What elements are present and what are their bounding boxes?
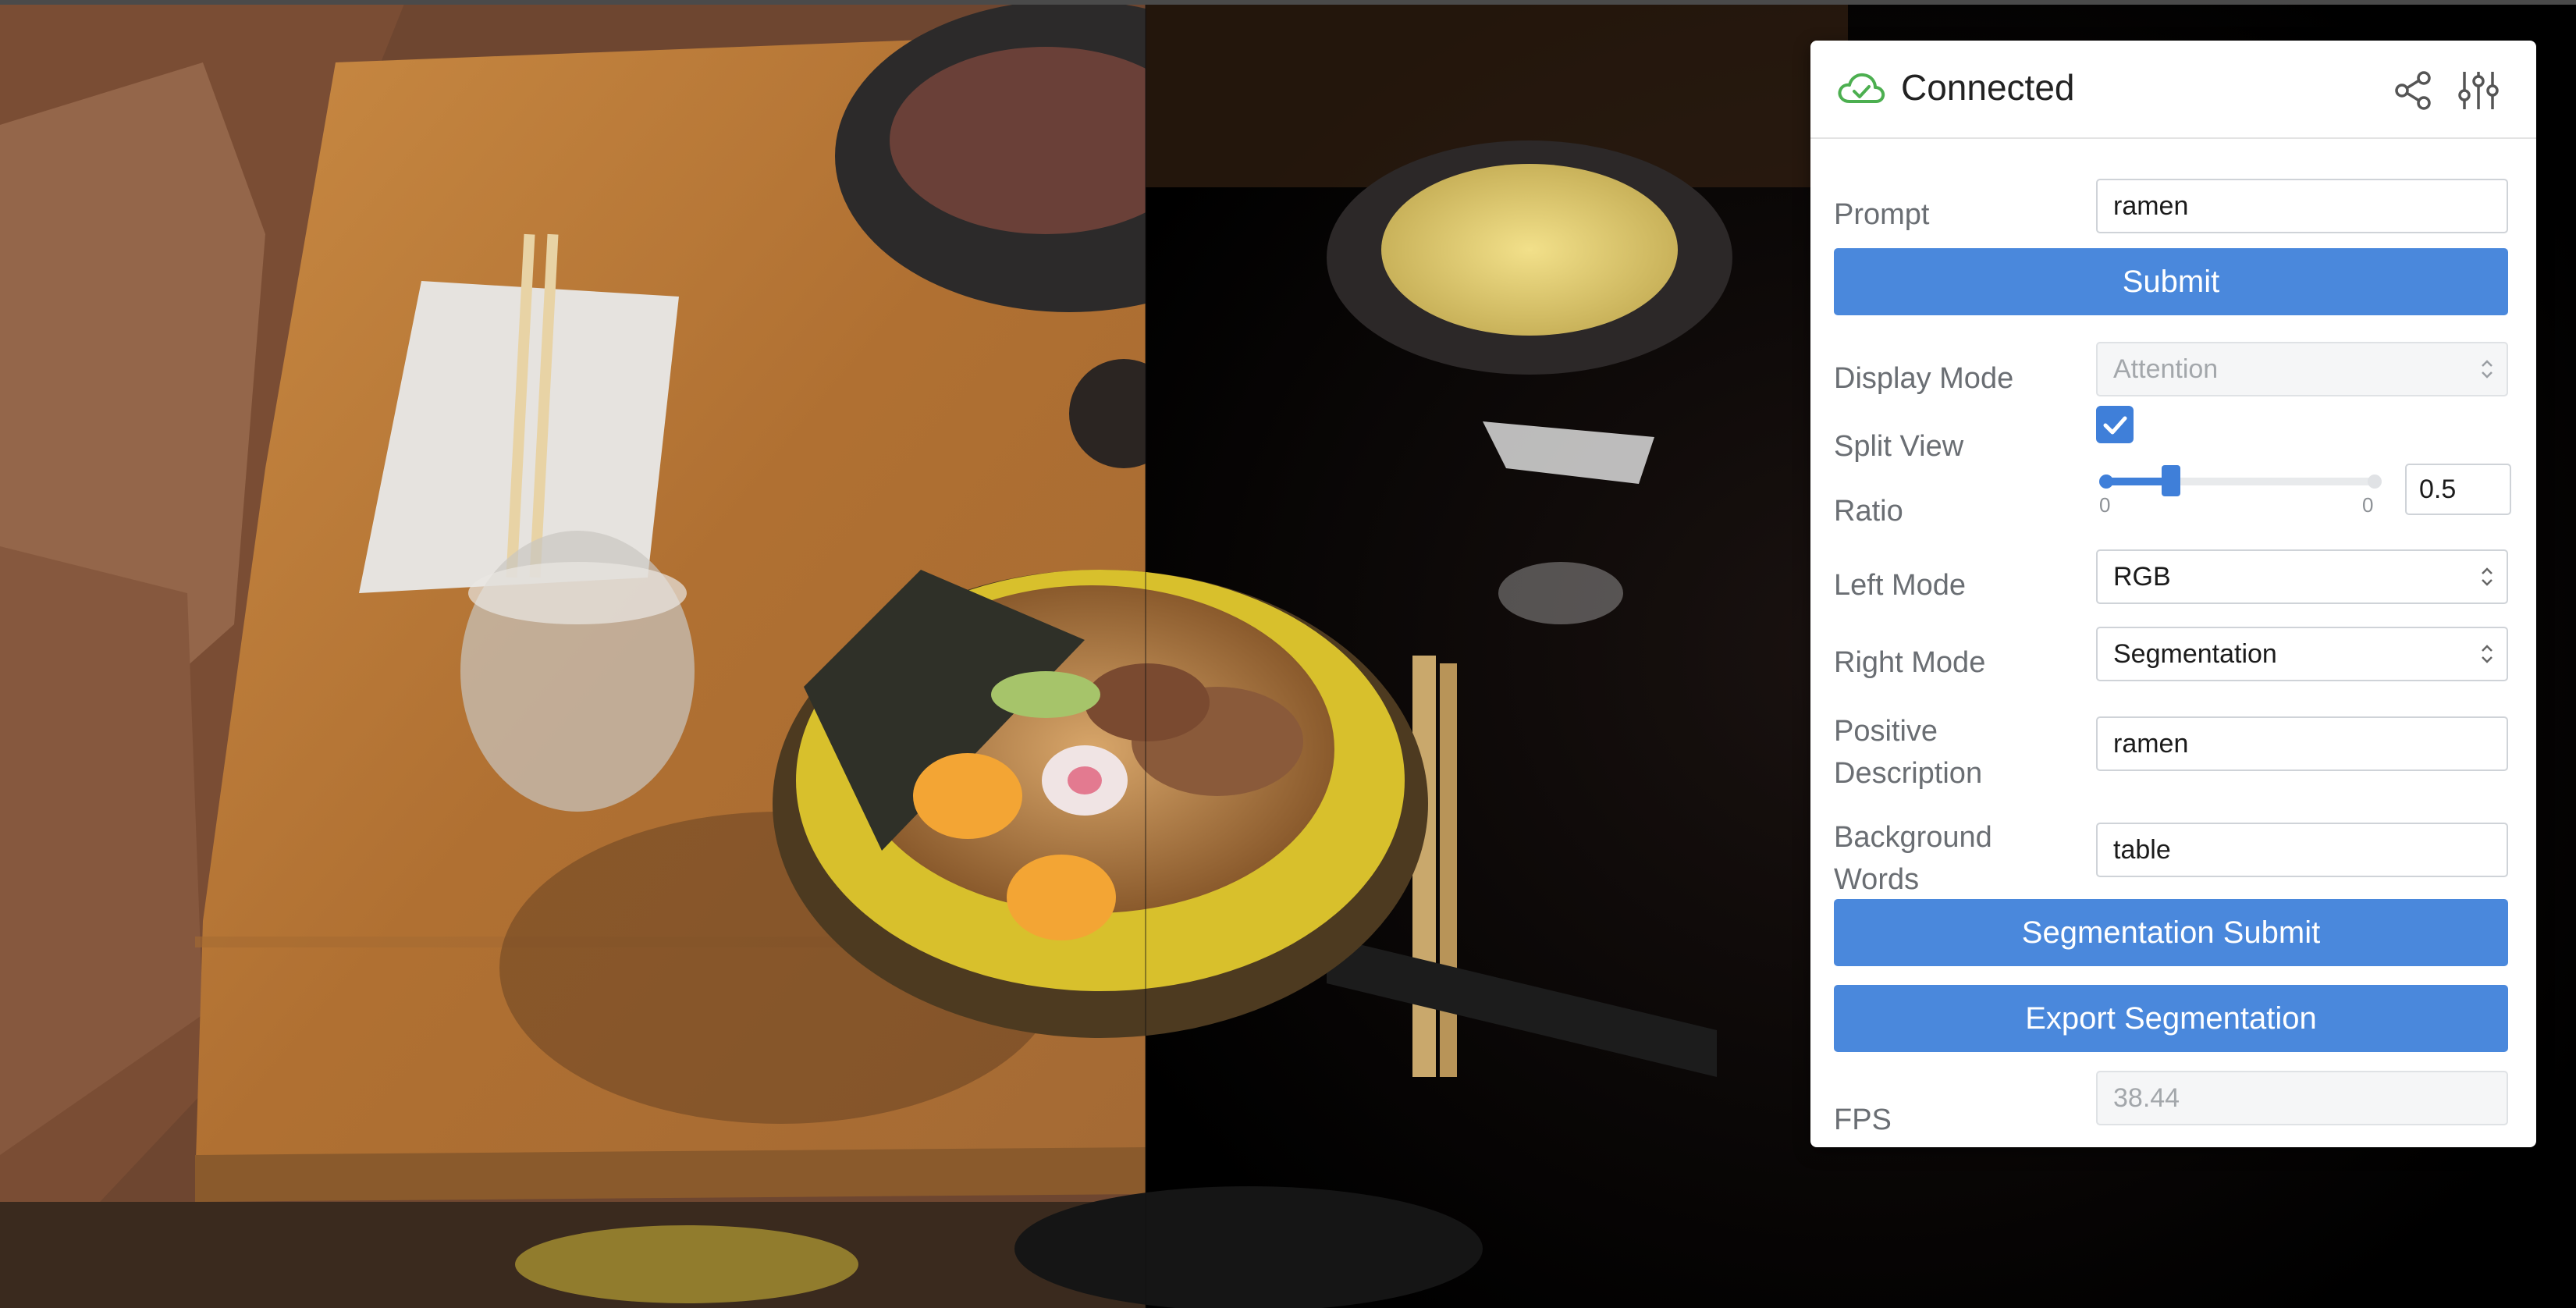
right-mode-select[interactable]: Segmentation [2096, 627, 2508, 681]
submit-button[interactable]: Submit [1834, 248, 2508, 315]
display-mode-label: Display Mode [1834, 362, 2014, 395]
ratio-min-tick: 0 [2099, 493, 2111, 517]
select-arrows-icon [2482, 567, 2493, 586]
checkmark-icon [2103, 416, 2127, 435]
ratio-slider-max-dot [2368, 475, 2382, 489]
fps-readout: 38.44 [2096, 1071, 2508, 1125]
prompt-label: Prompt [1834, 198, 1930, 231]
connection-status: Connected [1901, 67, 2075, 108]
segmentation-submit-button[interactable]: Segmentation Submit [1834, 899, 2508, 966]
select-arrows-icon [2482, 645, 2493, 663]
sliders-icon[interactable] [2455, 67, 2502, 114]
split-view-checkbox[interactable] [2096, 406, 2134, 443]
ratio-max-tick: 0 [2362, 493, 2374, 517]
control-panel: Connected Prompt ramen Submit Display Mo… [1810, 41, 2536, 1147]
left-mode-select[interactable]: RGB [2096, 549, 2508, 604]
left-mode-label: Left Mode [1834, 569, 1966, 602]
prompt-input[interactable]: ramen [2096, 179, 2508, 233]
share-icon[interactable] [2393, 70, 2433, 111]
right-mode-label: Right Mode [1834, 646, 1986, 679]
positive-label-line1: Positive [1834, 715, 1938, 748]
fps-label: FPS [1834, 1104, 1892, 1136]
ratio-slider-thumb[interactable] [2162, 465, 2180, 496]
cloud-check-icon [1838, 73, 1885, 103]
ratio-slider-min-dot [2099, 475, 2113, 489]
left-mode-value: RGB [2113, 562, 2171, 592]
panel-header: Connected [1810, 41, 2536, 139]
select-arrows-icon [2482, 360, 2493, 379]
split-view-label: Split View [1834, 430, 1964, 463]
positive-description-input[interactable]: ramen [2096, 716, 2508, 771]
background-words-input[interactable]: table [2096, 823, 2508, 877]
window-top-edge [0, 0, 2576, 5]
ratio-label: Ratio [1834, 495, 1903, 528]
export-segmentation-button[interactable]: Export Segmentation [1834, 985, 2508, 1052]
display-mode-value: Attention [2113, 354, 2219, 384]
display-mode-select[interactable]: Attention [2096, 342, 2508, 396]
right-mode-value: Segmentation [2113, 639, 2277, 669]
ratio-input[interactable]: 0.5 [2405, 464, 2511, 515]
positive-label-line2: Description [1834, 757, 1983, 790]
background-label-line1: Background [1834, 821, 1992, 854]
background-label-line2: Words [1834, 863, 1920, 896]
